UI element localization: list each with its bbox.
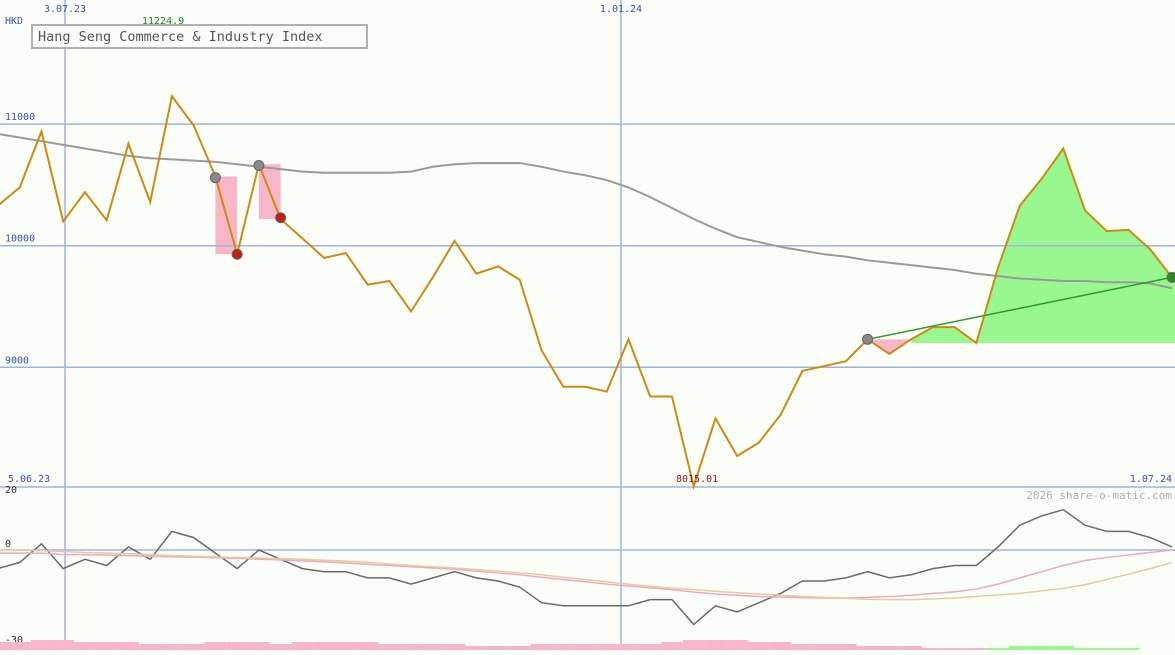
- histogram-bar: [248, 642, 270, 650]
- histogram-bar: [769, 642, 792, 650]
- histogram-bar: [204, 642, 227, 650]
- histogram-bar: [487, 646, 509, 650]
- histogram-bar: [1052, 646, 1075, 650]
- histogram-bar: [74, 642, 96, 650]
- histogram-bar: [8, 642, 31, 650]
- histogram-bar: [508, 646, 531, 650]
- histogram-bar: [226, 642, 249, 650]
- signal-marker: [231, 248, 243, 260]
- histogram-bar: [791, 644, 814, 650]
- histogram-bar: [878, 646, 901, 650]
- x-start-label: 5.06.23: [8, 474, 50, 485]
- oscillator-tick-label: 0: [5, 539, 11, 550]
- histogram-bar: [704, 640, 727, 650]
- histogram-bar: [465, 646, 488, 650]
- histogram-bar: [334, 642, 357, 650]
- histogram-bar: [161, 644, 183, 650]
- oscillator-line: [0, 549, 1173, 599]
- moving-average-line: [0, 133, 1173, 290]
- y-tick-label: 11000: [5, 112, 35, 123]
- x-tick-label: 1.01.24: [600, 4, 642, 15]
- histogram-bar: [530, 644, 553, 650]
- oscillator-line: [0, 508, 1173, 626]
- histogram-bar: [400, 644, 422, 650]
- chart-title: Hang Seng Commerce & Industry Index: [38, 29, 322, 45]
- signal-marker: [275, 212, 287, 224]
- histogram-bar: [421, 644, 444, 650]
- histogram-bar: [182, 644, 205, 650]
- histogram-bar: [52, 640, 75, 650]
- signal-marker: [1166, 271, 1175, 283]
- signal-marker: [253, 160, 265, 172]
- histogram-bar: [748, 642, 770, 650]
- histogram-bar: [95, 642, 118, 650]
- price-chart: 900010000110003.07.23 1.01.24 11224.98015…: [0, 0, 1175, 650]
- histogram-bar: [291, 642, 314, 650]
- signal-marker: [209, 172, 221, 184]
- histogram-bar: [443, 644, 466, 650]
- histogram-bar: [682, 640, 705, 650]
- histogram-bar: [1030, 646, 1053, 650]
- currency-label: HKD: [5, 16, 23, 27]
- x-tick-label: 3.07.23: [44, 4, 86, 15]
- chart-title-box: Hang Seng Commerce & Industry Index: [31, 24, 368, 49]
- loss-fill: [867, 339, 912, 354]
- oscillator-tick-label: 20: [5, 485, 17, 496]
- histogram-bar: [835, 644, 857, 650]
- histogram-bar: [139, 644, 162, 650]
- histogram-bar: [639, 644, 662, 650]
- histogram-bar: [726, 640, 749, 650]
- histogram-bar: [1008, 646, 1031, 650]
- histogram-bar: [900, 646, 922, 650]
- histogram-bar: [574, 644, 596, 650]
- x-end-label: 1.07.24: [1130, 474, 1172, 485]
- y-tick-label: 10000: [5, 234, 35, 245]
- min-value-label: 8015.01: [676, 474, 718, 485]
- histogram-bar: [0, 642, 9, 650]
- histogram-bar: [117, 642, 140, 650]
- histogram-bar: [30, 640, 53, 650]
- histogram-bar: [595, 644, 618, 650]
- histogram-bar: [378, 644, 401, 650]
- chart-page: 9000 10000 11000 3.07.23 1.01.24 11224.9 8015…: [0, 0, 1175, 650]
- y-tick-label: 9000: [5, 355, 29, 366]
- watermark: 2026 share-o-matic.com: [1026, 489, 1172, 502]
- histogram-bar: [356, 642, 379, 650]
- histogram-bar: [661, 642, 683, 650]
- histogram-bar: [856, 646, 879, 650]
- signal-marker: [862, 333, 874, 345]
- histogram-bar: [552, 644, 575, 650]
- histogram-bar: [813, 644, 836, 650]
- histogram-bar: [617, 644, 640, 650]
- histogram-bar: [269, 644, 292, 650]
- histogram-bar: [313, 642, 335, 650]
